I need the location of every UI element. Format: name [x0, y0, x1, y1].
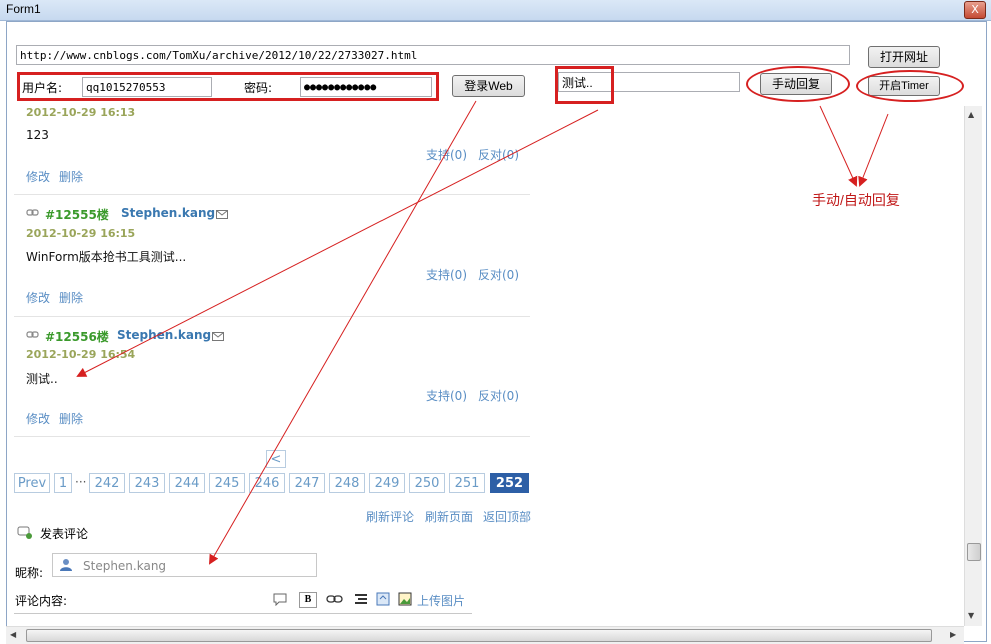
arrow-reply-to-comment [76, 109, 599, 377]
annotation-arrows [76, 100, 889, 565]
arrow-timer-to-label [858, 113, 889, 187]
arrow-login-to-nickname [209, 100, 477, 565]
arrow-manual-to-label [819, 105, 858, 187]
